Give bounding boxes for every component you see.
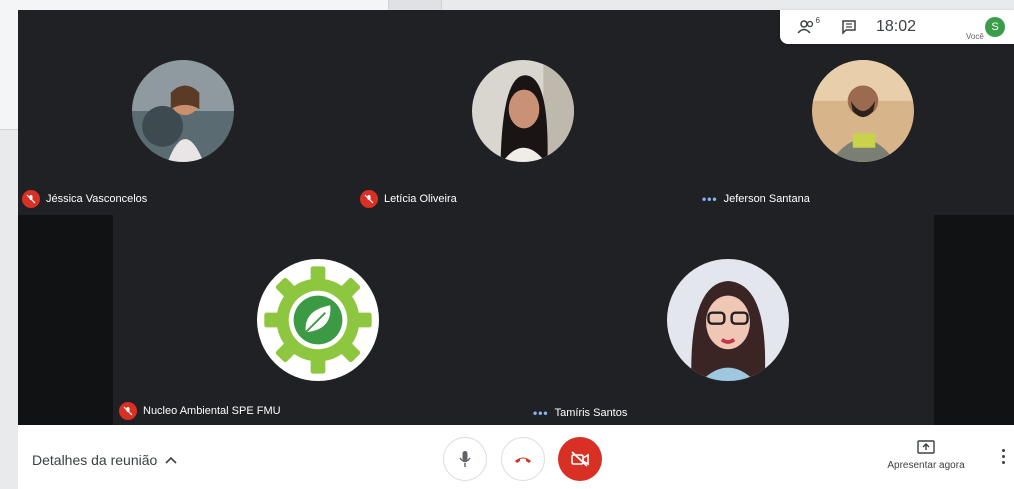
participant-tile[interactable]: Jéssica Vasconcelos [18, 10, 358, 213]
clock: 18:02 [876, 18, 917, 35]
speaking-dots-icon: ••• [702, 192, 718, 206]
meeting-details-button[interactable]: Detalhes da reunião [32, 452, 177, 468]
participant-name: Tamíris Santos [554, 407, 628, 419]
camera-off-button[interactable] [558, 437, 602, 481]
people-button[interactable]: 6 [790, 10, 824, 44]
meeting-top-bar: 6 18:02 Você S [780, 10, 1014, 44]
chevron-up-icon [165, 456, 177, 464]
participant-avatar [667, 259, 789, 381]
present-now-button[interactable]: Apresentar agora [883, 440, 969, 471]
participant-name: Jeferson Santana [723, 193, 810, 205]
participant-name: Nucleo Ambiental SPE FMU [143, 405, 281, 417]
participant-avatar [132, 60, 234, 162]
more-options-icon[interactable] [1002, 449, 1006, 464]
mic-off-icon [360, 190, 378, 208]
participant-name-row: Jéssica Vasconcelos [22, 190, 147, 208]
self-avatar[interactable]: S [985, 17, 1005, 37]
meeting-controls-bar: Detalhes da reunião Apresentar agora [18, 425, 1014, 489]
hang-up-icon [515, 457, 531, 463]
hang-up-button[interactable] [501, 437, 545, 481]
participant-logo-avatar [257, 259, 379, 381]
meeting-details-label: Detalhes da reunião [32, 452, 158, 468]
mic-off-icon [119, 402, 137, 420]
participants-count: 6 [815, 16, 820, 25]
participant-name: Letícia Oliveira [384, 193, 457, 205]
chat-button[interactable] [832, 10, 866, 44]
microphone-button[interactable] [443, 437, 487, 481]
participant-name-row: Letícia Oliveira [360, 190, 457, 208]
present-now-label: Apresentar agora [887, 460, 965, 471]
speaking-dots-icon: ••• [533, 406, 549, 420]
microphone-icon [459, 451, 471, 467]
video-grid: Jéssica Vasconcelos Letícia Oliveira •••… [18, 10, 1014, 425]
letterbox-left [18, 215, 113, 425]
letterbox-right [934, 215, 1014, 425]
participant-avatar [472, 60, 574, 162]
people-icon [797, 20, 814, 34]
participant-tile[interactable]: Nucleo Ambiental SPE FMU [113, 215, 523, 425]
participant-name-row: ••• Jeferson Santana [702, 192, 810, 206]
chat-icon [842, 20, 856, 35]
participant-name-row: ••• Tamíris Santos [533, 406, 627, 420]
participant-name-row: Nucleo Ambiental SPE FMU [119, 402, 281, 420]
participant-tile[interactable]: Letícia Oliveira [358, 10, 698, 213]
participant-avatar [812, 60, 914, 162]
self-label: Você [966, 32, 984, 41]
mic-off-icon [22, 190, 40, 208]
camera-off-icon [571, 451, 589, 467]
participant-tile[interactable]: ••• Tamíris Santos [523, 215, 934, 425]
participant-name: Jéssica Vasconcelos [46, 193, 148, 205]
present-screen-icon [917, 440, 935, 454]
